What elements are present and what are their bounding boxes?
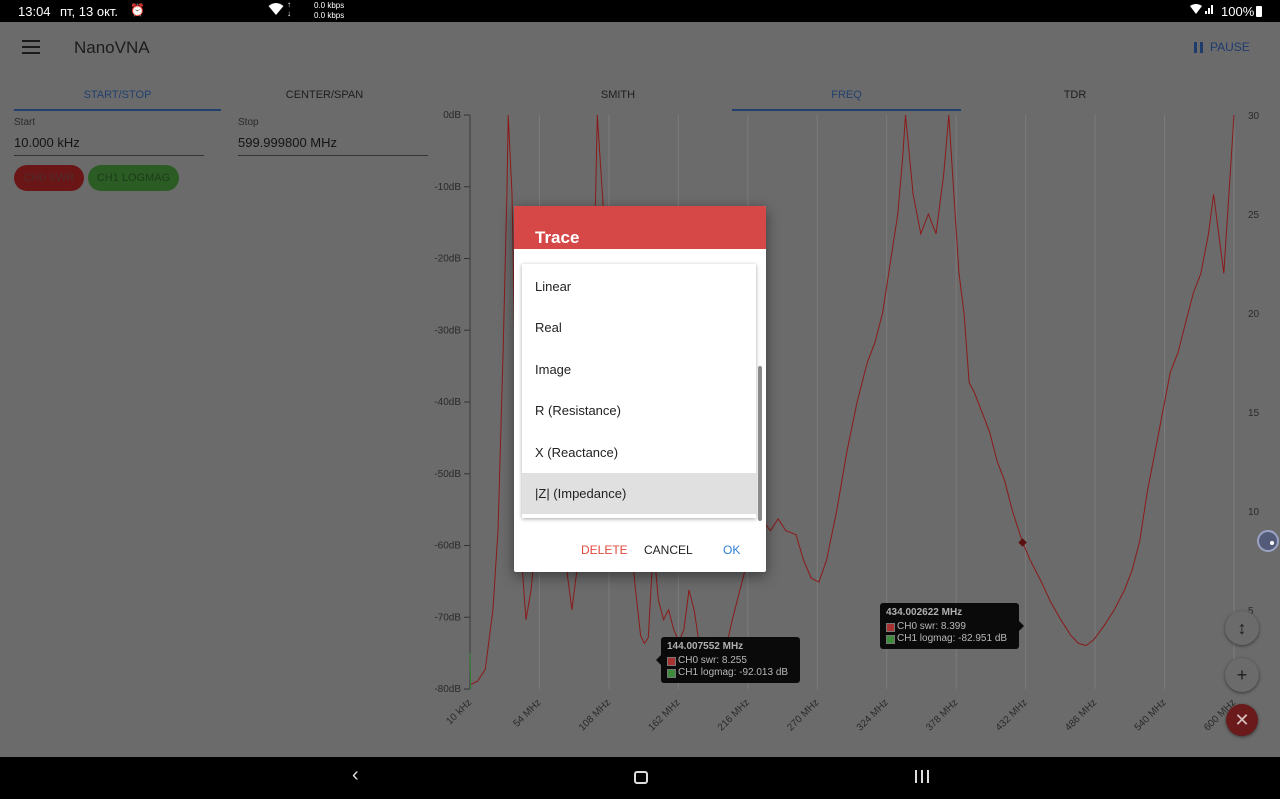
app-bar: NanoVNA PAUSE (0, 22, 1280, 76)
pause-label: PAUSE (1210, 40, 1250, 54)
status-time: 13:04 (18, 4, 51, 19)
option-resistance[interactable]: R (Resistance) (522, 390, 756, 431)
x-tick-label: 378 MHz (924, 697, 960, 733)
x-tick-label: 486 MHz (1063, 697, 1099, 733)
pause-button[interactable]: PAUSE (1194, 40, 1250, 54)
back-icon[interactable]: ‹ (352, 764, 359, 787)
cancel-button[interactable]: CANCEL (644, 543, 693, 557)
x-tick-label: 324 MHz (855, 697, 891, 733)
speed-up: 0.0 kbps (314, 1, 345, 10)
y-right-tick-label: 15 (1248, 408, 1260, 419)
x-tick-label: 216 MHz (716, 697, 752, 733)
close-button[interactable]: ✕ (1226, 704, 1258, 736)
x-tick-label: 10 kHz (444, 697, 474, 727)
y-left-tick-label: -50dB (434, 469, 461, 480)
y-left-tick-label: -40dB (434, 397, 461, 408)
x-tick-label: 540 MHz (1133, 697, 1169, 733)
app-screen: 13:04 пт, 13 окт. ⏰ ↑ ↓ 0.0 kbps 0.0 kbps… (0, 0, 1280, 799)
ch0-swatch (667, 656, 676, 666)
network-speed: 0.0 kbps 0.0 kbps (314, 1, 344, 21)
marker-ch0-value: CH0 swr: 8.255 (678, 655, 747, 666)
floating-assist-button[interactable] (1257, 530, 1279, 552)
wifi-signal-icon (1190, 3, 1216, 18)
ch1-swatch (667, 668, 676, 678)
option-reactance[interactable]: X (Reactance) (522, 432, 756, 473)
speed-down: 0.0 kbps (314, 11, 345, 20)
option-real[interactable]: Real (522, 307, 756, 348)
option-linear[interactable]: Linear (522, 266, 756, 307)
list-scrollbar[interactable] (758, 366, 762, 521)
y-left-tick-label: -10dB (434, 182, 461, 193)
ch0-swatch (886, 622, 895, 632)
main-content: START/STOP CENTER/SPAN Start 10.000 kHz … (0, 76, 1280, 757)
option-impedance[interactable]: |Z| (Impedance) (522, 473, 756, 514)
y-right-tick-label: 25 (1248, 210, 1260, 221)
dialog-title: Trace (535, 228, 580, 247)
battery-icon (1256, 6, 1262, 17)
option-image[interactable]: Image (522, 349, 756, 390)
pause-icon (1194, 41, 1203, 53)
series-line-ch1-logmag (469, 653, 472, 690)
y-left-tick-label: -80dB (434, 684, 461, 695)
navigation-bar: ‹ (0, 757, 1280, 799)
ok-button[interactable]: OK (723, 543, 740, 557)
marker-ch1-value: CH1 logmag: -92.013 dB (678, 667, 789, 678)
delete-button[interactable]: DELETE (581, 543, 628, 557)
x-tick-label: 162 MHz (646, 697, 682, 733)
x-tick-label: 108 MHz (577, 697, 613, 733)
x-tick-label: 54 MHz (511, 697, 543, 729)
trace-type-list[interactable]: Linear Real Image R (Resistance) X (Reac… (522, 264, 756, 518)
y-left-tick-label: -60dB (434, 541, 461, 552)
ch1-swatch (886, 634, 895, 644)
marker-ch0-value: CH0 swr: 8.399 (897, 621, 966, 632)
alarm-icon: ⏰ (130, 3, 145, 17)
status-bar: 13:04 пт, 13 окт. ⏰ ↑ ↓ 0.0 kbps 0.0 kbps… (0, 0, 1280, 22)
menu-icon[interactable] (22, 40, 40, 56)
recent-apps-icon[interactable] (915, 770, 929, 783)
y-right-tick-label: 20 (1248, 309, 1260, 320)
battery-level: 100% (1221, 4, 1255, 19)
wifi-icon (268, 2, 284, 19)
x-tick-label: 270 MHz (785, 697, 821, 733)
resize-button[interactable]: ↕ (1225, 611, 1259, 645)
marker-freq: 434.002622 MHz (886, 607, 963, 618)
y-right-tick-label: 10 (1248, 507, 1260, 518)
add-button[interactable]: + (1225, 658, 1259, 692)
y-left-tick-label: 0dB (443, 110, 461, 121)
status-date: пт, 13 окт. (60, 4, 119, 19)
home-icon[interactable] (634, 771, 648, 784)
marker-tooltip-434: 434.002622 MHz CH0 swr: 8.399 CH1 logmag… (880, 603, 1024, 649)
marker-freq: 144.007552 MHz (667, 641, 744, 652)
marker-tooltip-144: 144.007552 MHz CH0 swr: 8.255 CH1 logmag… (656, 637, 800, 683)
data-arrows-icon: ↑ ↓ (287, 0, 291, 18)
y-left-tick-label: -30dB (434, 325, 461, 336)
app-title: NanoVNA (74, 38, 150, 57)
marker-ch1-value: CH1 logmag: -82.951 dB (897, 633, 1008, 644)
y-right-tick-label: 30 (1248, 111, 1260, 122)
y-left-tick-label: -70dB (434, 612, 461, 623)
x-tick-label: 432 MHz (994, 697, 1030, 733)
y-left-tick-label: -20dB (434, 254, 461, 265)
trace-dialog: Trace Linear Real Image R (Resistance) X… (514, 206, 766, 572)
